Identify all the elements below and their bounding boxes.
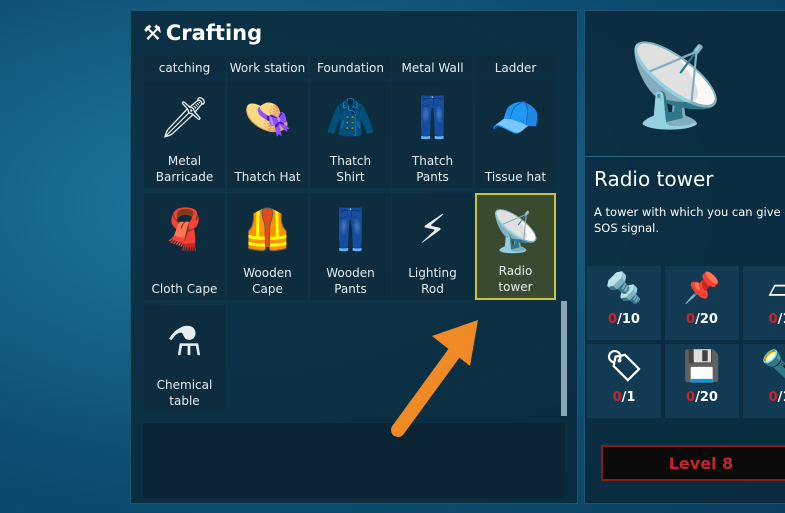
have-count: 0 (768, 390, 778, 405)
material-icon: 🏷 (604, 349, 644, 384)
item-icon: 👖 (407, 95, 458, 141)
craft-item[interactable]: ⚗ Chemical table (144, 305, 225, 412)
item-label: Thatch Hat (234, 170, 301, 184)
craft-item[interactable]: Foundation (310, 56, 391, 78)
craft-item[interactable]: ⚡ Lighting Rod (392, 193, 473, 300)
material-icon: 💾 (683, 349, 721, 384)
item-icon: 🧣 (159, 207, 210, 253)
need-count: /1 (621, 390, 636, 405)
craft-item[interactable]: 👖 Wooden Pants (310, 193, 391, 300)
crafting-panel: ⚒ Crafting catching Work station Foundation… (130, 10, 578, 504)
item-icon: 🧥 (325, 95, 376, 141)
detail-image: 📡 (625, 39, 725, 132)
item-label: Thatch Shirt (329, 154, 372, 184)
have-count: 0 (612, 390, 622, 405)
item-label: Radio tower (498, 264, 533, 294)
craft-item[interactable]: 🧣 Cloth Cape (144, 193, 225, 300)
have-count: 0 (608, 312, 618, 327)
material-icon: 🔩 (605, 271, 643, 306)
craft-item[interactable]: Metal Wall (392, 56, 473, 78)
item-label: Work station (229, 61, 306, 75)
craft-item[interactable]: catching (144, 56, 225, 78)
item-icon: 🦺 (242, 207, 293, 253)
craft-item[interactable]: 🧢 Tissue hat (475, 81, 556, 188)
item-icon: 👒 (242, 95, 293, 141)
material-icon: ▱ (768, 271, 785, 306)
item-icon: ⚗ (166, 319, 203, 365)
need-count: /1 (777, 312, 785, 327)
item-label: Chemical table (156, 378, 213, 408)
hammer-icon: ⚒ (143, 21, 162, 45)
craft-item[interactable]: 👖 Thatch Pants (392, 81, 473, 188)
item-label: Ladder (494, 61, 537, 75)
item-icon: 🗡 (159, 95, 210, 141)
item-label: Cloth Cape (151, 282, 218, 296)
item-label: Foundation (317, 61, 384, 75)
requirement-slot[interactable]: 🔩 0/10 (587, 266, 661, 340)
material-icon: 🔦 (761, 349, 785, 384)
item-label: Thatch Pants (411, 154, 454, 184)
have-count: 0 (686, 312, 696, 327)
item-label: Metal Barricade (155, 154, 214, 184)
requirement-slot[interactable]: 📌 0/20 (665, 266, 739, 340)
crafting-title: ⚒ Crafting (143, 21, 262, 45)
item-icon: 📡 (490, 209, 541, 255)
level-requirement-button[interactable]: Level 8 (601, 445, 785, 481)
craft-item[interactable]: 🗡 Metal Barricade (144, 81, 225, 188)
need-count: /10 (617, 312, 640, 327)
craft-item[interactable]: Ladder (475, 56, 556, 78)
detail-description: A tower with which you can give a SOS si… (594, 205, 785, 235)
detail-panel: 📡 Radio tower A tower with which you can… (584, 10, 785, 504)
requirement-slot[interactable]: 💾 0/20 (665, 344, 739, 418)
craft-item[interactable]: 🦺 Wooden Cape (227, 193, 308, 300)
item-icon: ⚡ (418, 207, 447, 253)
item-label: Lighting Rod (408, 266, 457, 296)
requirement-slot[interactable]: ▱ 0/1 (743, 266, 785, 340)
title-text: Crafting (165, 21, 263, 45)
scrollbar[interactable] (561, 301, 567, 416)
have-count: 0 (768, 312, 778, 327)
material-icon: 📌 (683, 271, 721, 306)
item-label: Tissue hat (484, 170, 547, 184)
craft-item[interactable]: Work station (227, 56, 308, 78)
have-count: 0 (686, 390, 696, 405)
item-label: Wooden Cape (243, 266, 292, 296)
craft-item[interactable]: 👒 Thatch Hat (227, 81, 308, 188)
item-label: Wooden Pants (326, 266, 375, 296)
requirement-slot[interactable]: 🔦 0/1 (743, 344, 785, 418)
need-count: /20 (695, 390, 718, 405)
item-icon: 🧢 (490, 95, 541, 141)
item-icon: 👖 (325, 207, 376, 253)
info-box (143, 423, 565, 498)
craft-item[interactable]: 📡 Radio tower (475, 193, 556, 300)
item-label: Metal Wall (401, 61, 464, 75)
need-count: /20 (695, 312, 718, 327)
item-label: catching (158, 61, 211, 75)
need-count: /1 (777, 390, 785, 405)
detail-title: Radio tower (594, 167, 714, 191)
craft-item[interactable]: 🧥 Thatch Shirt (310, 81, 391, 188)
requirement-slot[interactable]: 🏷 0/1 (587, 344, 661, 418)
